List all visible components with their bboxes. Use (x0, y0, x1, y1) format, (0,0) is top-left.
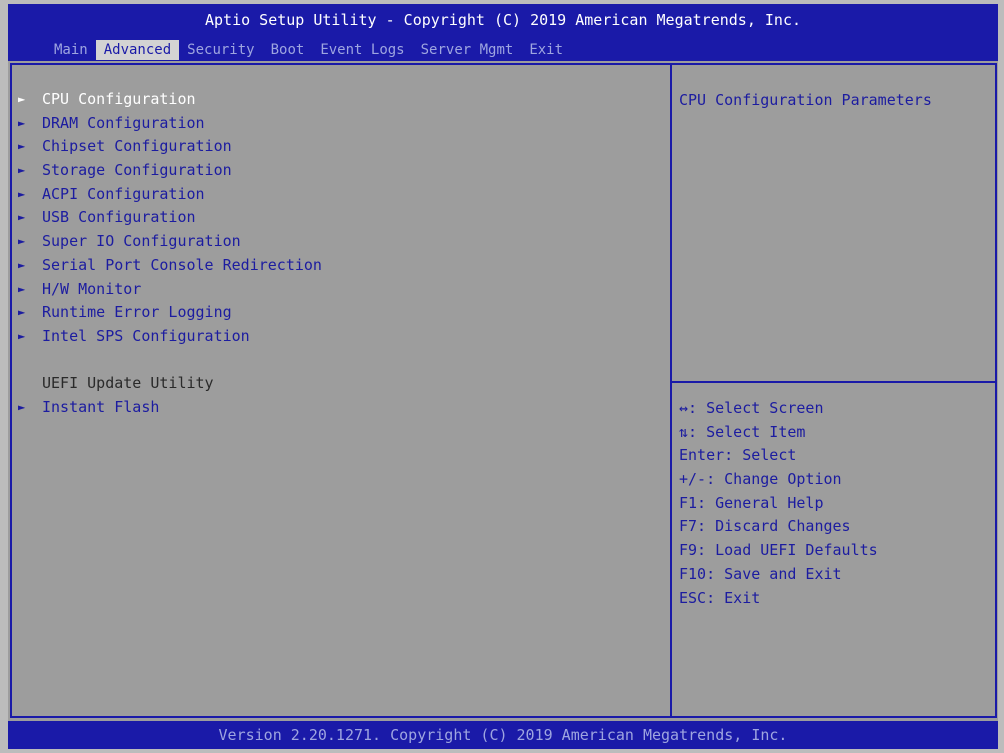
submenu-arrow-icon: ► (18, 257, 26, 272)
title-bar: Aptio Setup Utility - Copyright (C) 2019… (8, 4, 998, 61)
menu-item-serial-port-console-redirection[interactable]: ► Serial Port Console Redirection (14, 254, 654, 278)
tab-advanced[interactable]: Advanced (95, 40, 180, 60)
key-help-save-exit: F10: Save and Exit (679, 564, 842, 583)
submenu-arrow-icon: ► (18, 186, 26, 201)
menu-item-label: ACPI Configuration (42, 184, 205, 203)
submenu-arrow-icon: ► (18, 115, 26, 130)
menu-item-instant-flash[interactable]: ► Instant Flash (14, 396, 654, 420)
submenu-arrow-icon: ► (18, 399, 26, 414)
menu-item-acpi-configuration[interactable]: ► ACPI Configuration (14, 183, 654, 207)
menu-item-chipset-configuration[interactable]: ► Chipset Configuration (14, 135, 654, 159)
tab-security[interactable]: Security (179, 40, 262, 60)
menu-item-label: Serial Port Console Redirection (42, 255, 322, 274)
section-label: UEFI Update Utility (42, 374, 214, 393)
submenu-arrow-icon: ► (18, 281, 26, 296)
menu-item-runtime-error-logging[interactable]: ► Runtime Error Logging (14, 301, 654, 325)
key-help-select-screen: ↔: Select Screen (679, 399, 824, 417)
submenu-arrow-icon: ► (18, 305, 26, 320)
tab-bar: Main Advanced Security Boot Event Logs S… (46, 40, 571, 60)
submenu-arrow-icon: ► (18, 163, 26, 178)
tab-server-mgmt[interactable]: Server Mgmt (413, 40, 522, 60)
key-help-change-option: +/-: Change Option (679, 470, 842, 489)
menu-item-label: DRAM Configuration (42, 113, 205, 132)
menu-item-label: H/W Monitor (42, 279, 142, 298)
key-help-load-defaults: F9: Load UEFI Defaults (679, 541, 878, 560)
submenu-arrow-icon: ► (18, 139, 26, 154)
key-help-list: ↔: Select Screen ⇅: Select Item Enter: S… (679, 397, 878, 610)
key-help-esc-exit: ESC: Exit (679, 588, 761, 607)
content-frame: ► CPU Configuration ► DRAM Configuration… (10, 63, 997, 718)
tab-main[interactable]: Main (46, 40, 96, 60)
submenu-arrow-icon: ► (18, 92, 26, 106)
menu-item-storage-configuration[interactable]: ► Storage Configuration (14, 159, 654, 183)
menu-item-label: Instant Flash (42, 397, 160, 416)
footer-bar: Version 2.20.1271. Copyright (C) 2019 Am… (8, 721, 998, 749)
menu-item-super-io-configuration[interactable]: ► Super IO Configuration (14, 230, 654, 254)
submenu-arrow-icon: ► (18, 328, 26, 343)
menu-item-dram-configuration[interactable]: ► DRAM Configuration (14, 112, 654, 136)
vertical-divider (670, 65, 672, 716)
tab-exit[interactable]: Exit (521, 40, 571, 60)
main-panel: ► CPU Configuration ► DRAM Configuration… (8, 61, 998, 721)
menu-item-label: Storage Configuration (42, 161, 232, 180)
submenu-arrow-icon: ► (18, 210, 26, 225)
menu-item-label: Runtime Error Logging (42, 303, 232, 322)
help-description: CPU Configuration Parameters (679, 91, 932, 109)
menu-item-label: USB Configuration (42, 208, 196, 227)
tab-event-logs[interactable]: Event Logs (312, 40, 412, 60)
menu-item-label: CPU Configuration (42, 90, 196, 108)
menu-item-hw-monitor[interactable]: ► H/W Monitor (14, 278, 654, 302)
menu-item-cpu-configuration[interactable]: ► CPU Configuration (14, 88, 654, 112)
menu-item-label: Super IO Configuration (42, 232, 241, 251)
menu-spacer (14, 349, 654, 373)
menu-item-usb-configuration[interactable]: ► USB Configuration (14, 206, 654, 230)
horizontal-divider (672, 381, 995, 383)
advanced-menu: ► CPU Configuration ► DRAM Configuration… (14, 88, 654, 420)
submenu-arrow-icon: ► (18, 234, 26, 249)
menu-item-intel-sps-configuration[interactable]: ► Intel SPS Configuration (14, 325, 654, 349)
key-help-discard-changes: F7: Discard Changes (679, 517, 851, 536)
key-help-select-item: ⇅: Select Item (679, 422, 806, 441)
key-help-general-help: F1: General Help (679, 493, 824, 512)
section-label-uefi-update-utility: UEFI Update Utility (14, 372, 654, 396)
version-text: Version 2.20.1271. Copyright (C) 2019 Am… (218, 726, 788, 744)
menu-item-label: Chipset Configuration (42, 137, 232, 156)
menu-item-label: Intel SPS Configuration (42, 326, 250, 345)
app-title: Aptio Setup Utility - Copyright (C) 2019… (204, 11, 802, 29)
key-help-enter-select: Enter: Select (679, 446, 797, 465)
tab-boot[interactable]: Boot (263, 40, 313, 60)
